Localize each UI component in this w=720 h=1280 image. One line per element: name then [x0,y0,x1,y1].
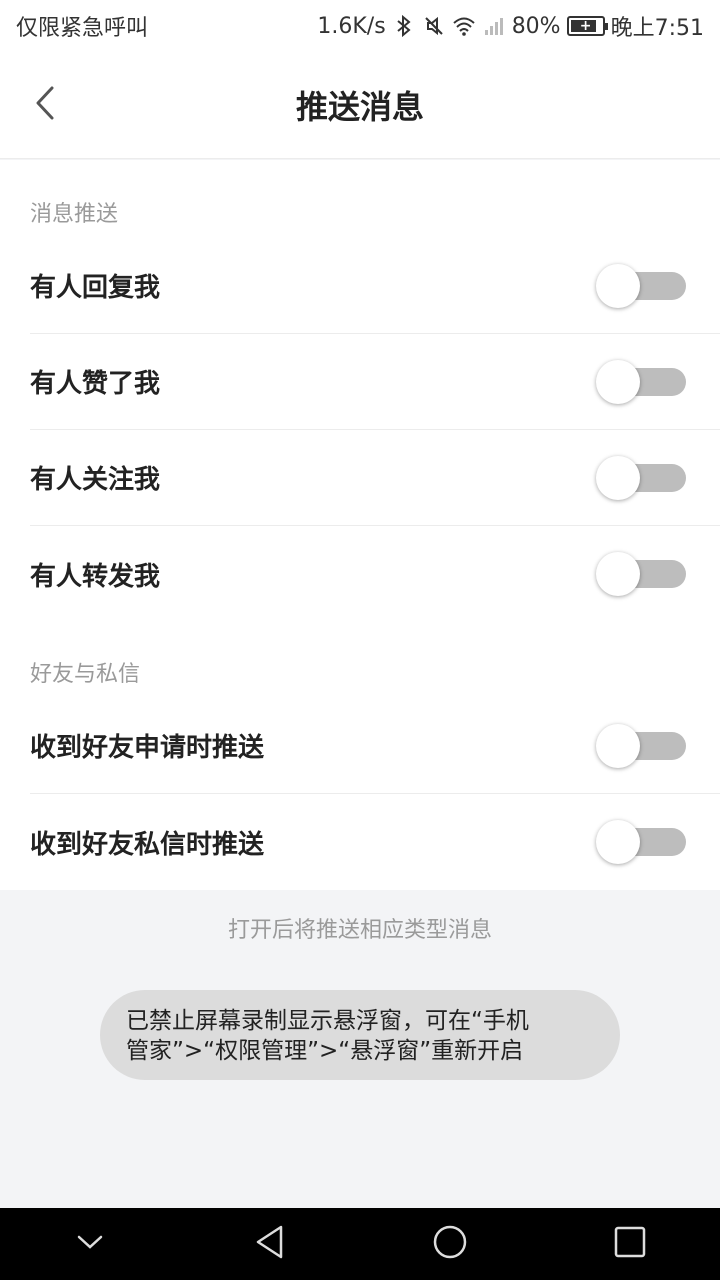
toast-line: 已禁止屏幕录制显示悬浮窗，可在“手机 [126,1008,529,1034]
toggle-private-message[interactable] [596,819,686,865]
hide-nav-button[interactable] [60,1214,120,1274]
nav-recents-button[interactable] [600,1214,660,1274]
setting-label: 收到好友申请时推送 [30,733,265,763]
toast-line: 管家”>“权限管理”>“悬浮窗”重新开启 [126,1038,524,1064]
status-icons: 1.6K/s 80% + 晚上7:51 [317,10,704,42]
section-title-message-push: 消息推送 [30,202,119,227]
setting-row-friend-request: 收到好友申请时推送 [30,698,720,794]
setting-row-follow: 有人关注我 [30,430,720,526]
footer-note: 打开后将推送相应类型消息 [227,918,492,943]
setting-row-like: 有人赞了我 [30,334,720,430]
recents-square-icon [613,1225,647,1263]
carrier-status: 仅限紧急呼叫 [16,16,149,41]
setting-label: 收到好友私信时推送 [30,829,265,860]
settings-content: 消息推送 有人回复我 有人赞了我 有人关注我 有人转发我 好友与私信 收到好友申… [0,160,720,890]
battery-icon: + [566,16,608,36]
network-speed: 1.6K/s [317,13,386,39]
setting-label: 有人转发我 [30,561,161,592]
home-circle-icon [431,1223,469,1265]
system-nav-bar [0,1208,720,1280]
section-title-friends: 好友与私信 [30,662,141,687]
setting-row-reply: 有人回复我 [30,238,720,334]
battery-percent: 80% [511,13,561,39]
toggle-reply[interactable] [596,263,686,309]
wifi-icon [452,14,476,38]
app-header: 推送消息 [0,52,720,159]
signal-icon [482,14,506,38]
mute-icon [422,14,446,38]
screen: 仅限紧急呼叫 1.6K/s 80% + 晚上7:51 推送消息 消息推送 有人回… [0,0,720,1280]
status-bar: 仅限紧急呼叫 1.6K/s 80% + 晚上7:51 [0,0,720,52]
page-title: 推送消息 [295,88,424,126]
nav-back-button[interactable] [240,1214,300,1274]
toggle-follow[interactable] [596,455,686,501]
toggle-like[interactable] [596,359,686,405]
toggle-friend-request[interactable] [596,723,686,769]
back-triangle-icon [253,1224,287,1264]
setting-row-private-message: 收到好友私信时推送 [30,794,720,890]
toast-message: 已禁止屏幕录制显示悬浮窗，可在“手机 管家”>“权限管理”>“悬浮窗”重新开启 [100,990,620,1080]
clock: 晚上7:51 [610,16,704,41]
nav-home-button[interactable] [420,1214,480,1274]
bluetooth-icon [392,14,416,38]
setting-label: 有人回复我 [30,273,161,303]
setting-label: 有人关注我 [30,465,161,495]
setting-label: 有人赞了我 [30,369,161,399]
toggle-repost[interactable] [596,551,686,597]
setting-row-repost: 有人转发我 [30,526,720,622]
chevron-down-icon [75,1232,105,1256]
